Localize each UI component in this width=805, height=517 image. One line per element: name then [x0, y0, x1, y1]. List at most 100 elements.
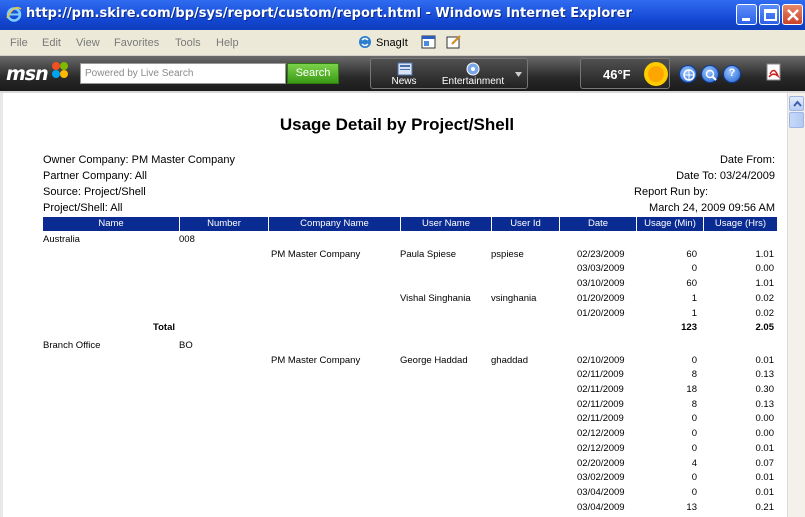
column-header-user-name: User Name [401, 217, 491, 231]
msn-butterfly-icon [52, 62, 68, 78]
browser-content: Usage Detail by Project/Shell Owner Comp… [0, 91, 805, 517]
date-from: Date From: [719, 154, 775, 166]
owner-company: Owner Company: PM Master Company [43, 154, 235, 166]
partner-company: Partner Company: All [43, 170, 147, 182]
group-number: BO [179, 339, 193, 351]
ie-window: http://pm.skire.com/bp/sys/report/custom… [0, 0, 805, 517]
usage-date: 02/20/2009 [577, 457, 625, 469]
scroll-up-button[interactable] [789, 96, 804, 111]
company-name: PM Master Company [271, 354, 361, 366]
user-id: pspiese [491, 248, 524, 260]
menu-bar: File Edit View Favorites Tools Help Snag… [0, 30, 805, 56]
entertainment-label: Entertainment [441, 76, 505, 87]
usage-minutes: 13 [686, 501, 697, 513]
usage-date: 02/12/2009 [577, 428, 625, 440]
usage-minutes: 0 [691, 472, 697, 484]
usage-date: 02/12/2009 [577, 442, 625, 454]
usage-date: 01/20/2009 [577, 307, 625, 319]
user-name: George Haddad [400, 354, 468, 366]
column-header-usage-min: Usage (Min) [637, 217, 703, 231]
usage-minutes: 0 [691, 486, 697, 498]
usage-hours: 0.21 [755, 501, 775, 513]
help-button[interactable]: ? [723, 65, 741, 83]
sun-icon [644, 62, 668, 86]
usage-minutes: 4 [691, 457, 697, 469]
usage-date: 02/11/2009 [577, 384, 624, 395]
total-label: Total [153, 322, 175, 334]
news-label: News [391, 76, 417, 87]
usage-hours: 0.01 [755, 442, 775, 454]
close-icon [787, 9, 799, 21]
usage-minutes: 0 [691, 428, 697, 440]
minimize-button[interactable] [736, 4, 757, 25]
column-header-number: Number [180, 217, 268, 231]
magnifier-icon [705, 69, 717, 81]
menu-favorites[interactable]: Favorites [114, 37, 159, 49]
usage-minutes: 60 [686, 278, 697, 290]
title-bar: http://pm.skire.com/bp/sys/report/custom… [0, 0, 805, 30]
group-name: Australia [43, 234, 80, 245]
window-title: http://pm.skire.com/bp/sys/report/custom… [26, 6, 632, 21]
usage-minutes: 0 [691, 354, 697, 366]
usage-date: 03/10/2009 [577, 278, 625, 290]
news-button[interactable]: News [373, 60, 435, 89]
chevron-down-icon [515, 72, 522, 77]
menu-help[interactable]: Help [216, 37, 239, 49]
total-minutes: 123 [681, 322, 697, 334]
snagit-label: SnagIt [376, 37, 408, 49]
usage-hours: 1.01 [755, 278, 775, 290]
vertical-scrollbar[interactable] [787, 93, 805, 517]
report-title: Usage Detail by Project/Shell [279, 115, 515, 134]
usage-minutes: 8 [691, 398, 697, 410]
internet-explorer-icon [6, 6, 22, 22]
menu-file[interactable]: File [10, 37, 28, 49]
pdf-export-icon[interactable] [764, 62, 786, 84]
usage-hours: 0.01 [755, 354, 775, 366]
news-icon [397, 62, 413, 76]
report-run-by: Report Run by: [634, 186, 708, 198]
user-name: Vishal Singhania [400, 292, 471, 304]
column-header-name: Name [43, 217, 179, 231]
minimize-icon [742, 18, 750, 21]
menu-view[interactable]: View [76, 37, 100, 49]
date-to: Date To: 03/24/2009 [676, 170, 775, 182]
msn-tools-group: News Entertainment [370, 58, 528, 89]
usage-date: 02/11/2009 [577, 369, 624, 381]
weather-widget[interactable]: 46°F [580, 58, 670, 89]
entertainment-button[interactable]: Entertainment [437, 60, 509, 89]
usage-hours: 0.30 [755, 384, 775, 395]
scroll-thumb[interactable] [789, 112, 804, 128]
menu-edit[interactable]: Edit [42, 37, 61, 49]
usage-date: 03/03/2009 [577, 263, 625, 275]
company-name: PM Master Company [271, 248, 361, 260]
search-placeholder: Powered by Live Search [85, 68, 194, 79]
user-id: vsinghania [491, 292, 537, 304]
total-hours: 2.05 [755, 322, 775, 334]
search-button[interactable]: Search [287, 63, 339, 84]
project-shell: Project/Shell: All [43, 202, 123, 214]
search-tool-button[interactable] [701, 65, 719, 83]
user-name: Paula Spiese [400, 248, 456, 260]
usage-date: 01/20/2009 [577, 292, 625, 304]
run-date: March 24, 2009 09:56 AM [649, 202, 775, 214]
temperature: 46°F [603, 67, 631, 82]
snagit-edit-icon[interactable] [446, 34, 462, 50]
usage-hours: 1.01 [755, 248, 775, 260]
usage-hours: 0.00 [755, 263, 775, 275]
entertainment-icon [466, 62, 480, 76]
usage-hours: 0.13 [755, 398, 775, 410]
usage-hours: 0.01 [755, 486, 775, 498]
more-tools-button[interactable] [511, 60, 526, 87]
close-button[interactable] [782, 4, 803, 25]
menu-tools[interactable]: Tools [175, 37, 201, 49]
usage-minutes: 1 [691, 292, 697, 304]
msn-logo[interactable]: msn [6, 63, 49, 85]
snagit-window-icon[interactable] [421, 34, 437, 50]
user-id: ghaddad [491, 354, 528, 366]
usage-date: 02/23/2009 [577, 248, 625, 260]
search-input[interactable]: Powered by Live Search [80, 63, 286, 84]
globe-button[interactable] [679, 65, 697, 83]
usage-hours: 0.01 [755, 472, 775, 484]
usage-hours: 0.00 [755, 428, 775, 440]
maximize-button[interactable] [759, 4, 780, 25]
